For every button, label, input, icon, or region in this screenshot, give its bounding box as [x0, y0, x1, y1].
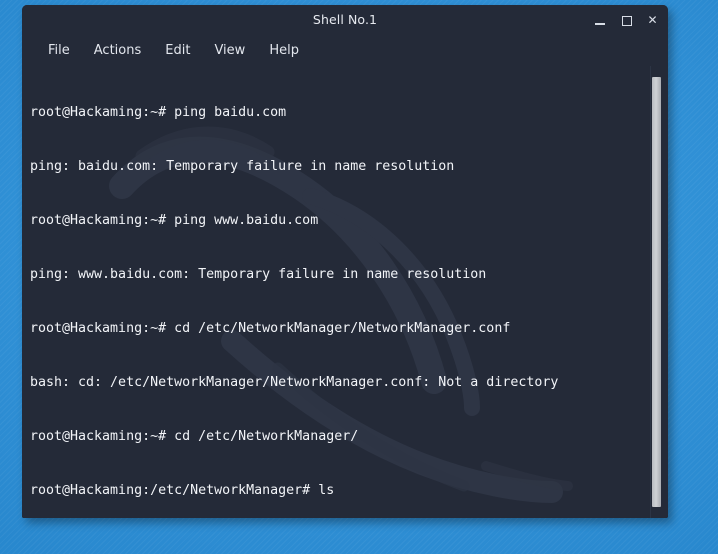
terminal-line: root@Hackaming:/etc/NetworkManager# ls: [30, 483, 335, 498]
terminal-line: ping: baidu.com: Temporary failure in na…: [30, 159, 455, 174]
menu-item-view[interactable]: View: [202, 40, 257, 62]
close-glyph: ✕: [647, 12, 658, 27]
menu-item-help[interactable]: Help: [257, 40, 311, 62]
maximize-icon[interactable]: [620, 14, 633, 27]
terminal-line: root@Hackaming:~# cd /etc/NetworkManager…: [30, 429, 359, 444]
terminal-text: root@Hackaming:~# ping baidu.com ping: b…: [30, 68, 644, 518]
terminal-line: bash: cd: /etc/NetworkManager/NetworkMan…: [30, 375, 559, 390]
terminal-line: root@Hackaming:~# ping baidu.com: [30, 105, 287, 120]
terminal-line: root@Hackaming:~# cd /etc/NetworkManager…: [30, 321, 511, 336]
vertical-scrollbar[interactable]: [650, 66, 662, 518]
close-icon[interactable]: ✕: [646, 12, 659, 27]
menu-item-edit[interactable]: Edit: [153, 40, 202, 62]
scrollbar-thumb[interactable]: [652, 77, 661, 507]
menu-item-file[interactable]: File: [36, 40, 82, 62]
title-bar[interactable]: Shell No.1 ✕: [22, 5, 668, 35]
menu-item-actions[interactable]: Actions: [82, 40, 154, 62]
menu-bar: File Actions Edit View Help: [22, 35, 668, 66]
terminal-line: ping: www.baidu.com: Temporary failure i…: [30, 267, 487, 282]
terminal-output-area[interactable]: root@Hackaming:~# ping baidu.com ping: b…: [22, 66, 668, 518]
window-title: Shell No.1: [312, 12, 378, 27]
terminal-line: root@Hackaming:~# ping www.baidu.com: [30, 213, 319, 228]
terminal-window[interactable]: Shell No.1 ✕ File Actions Edit View Help: [22, 5, 668, 518]
window-controls: ✕: [594, 5, 659, 35]
minimize-icon[interactable]: [594, 14, 607, 27]
